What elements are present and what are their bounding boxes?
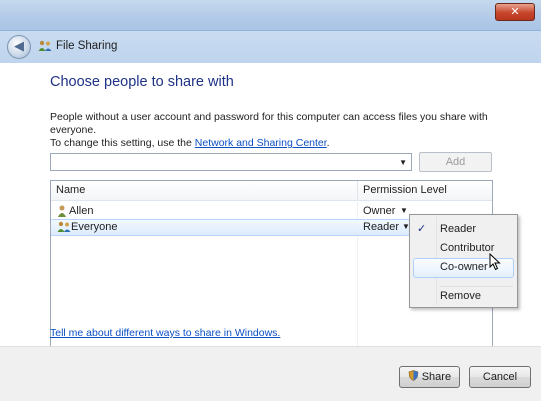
network-sharing-center-link[interactable]: Network and Sharing Center (195, 137, 327, 149)
people-combo-box[interactable]: ▼ (50, 153, 412, 171)
page-heading: Choose people to share with (50, 74, 234, 90)
group-icon (57, 221, 71, 237)
menu-item-label: Remove (440, 290, 481, 302)
checkmark-icon: ✓ (417, 223, 427, 235)
add-button[interactable]: Add (419, 152, 492, 172)
list-header: Name Permission Level (51, 181, 492, 201)
cancel-button[interactable]: Cancel (469, 366, 531, 388)
title-bar: ✕ (0, 0, 541, 31)
shield-icon (408, 370, 422, 383)
row-name: Everyone (71, 221, 118, 233)
mouse-cursor-icon (489, 253, 501, 271)
footer: Share Cancel (0, 346, 541, 401)
navigation-bar: ◀ File Sharing (0, 31, 541, 63)
close-button[interactable]: ✕ (495, 3, 535, 21)
share-button[interactable]: Share (399, 366, 460, 388)
help-link[interactable]: Tell me about different ways to share in… (50, 327, 280, 339)
menu-item-reader[interactable]: ✓ Reader (413, 220, 514, 240)
description-line-2-suffix: . (326, 137, 330, 149)
permission-menu: ✓ Reader Contributor Co-owner Remove (409, 214, 518, 308)
description: People without a user account and passwo… (50, 111, 530, 150)
description-line-1: People without a user account and passwo… (50, 111, 488, 136)
menu-item-remove[interactable]: Remove (413, 287, 514, 307)
dropdown-arrow-icon[interactable]: ▼ (399, 154, 407, 171)
menu-item-label: Reader (440, 223, 477, 235)
column-header-permission[interactable]: Permission Level (363, 184, 447, 196)
file-sharing-icon (38, 40, 52, 52)
row-name: Allen (69, 205, 94, 217)
permission-dropdown[interactable]: Reader (363, 221, 399, 233)
description-line-2-prefix: To change this setting, use the (50, 137, 195, 149)
column-divider[interactable] (357, 181, 358, 200)
permission-dropdown[interactable]: Owner (363, 205, 395, 217)
share-label: Share (421, 371, 452, 383)
window-title: File Sharing (56, 40, 118, 52)
chevron-down-icon[interactable]: ▼ (400, 204, 408, 218)
column-header-name[interactable]: Name (56, 184, 85, 196)
menu-item-label: Co-owner (440, 261, 488, 273)
back-button[interactable]: ◀ (7, 35, 31, 59)
menu-item-label: Contributor (440, 242, 495, 254)
